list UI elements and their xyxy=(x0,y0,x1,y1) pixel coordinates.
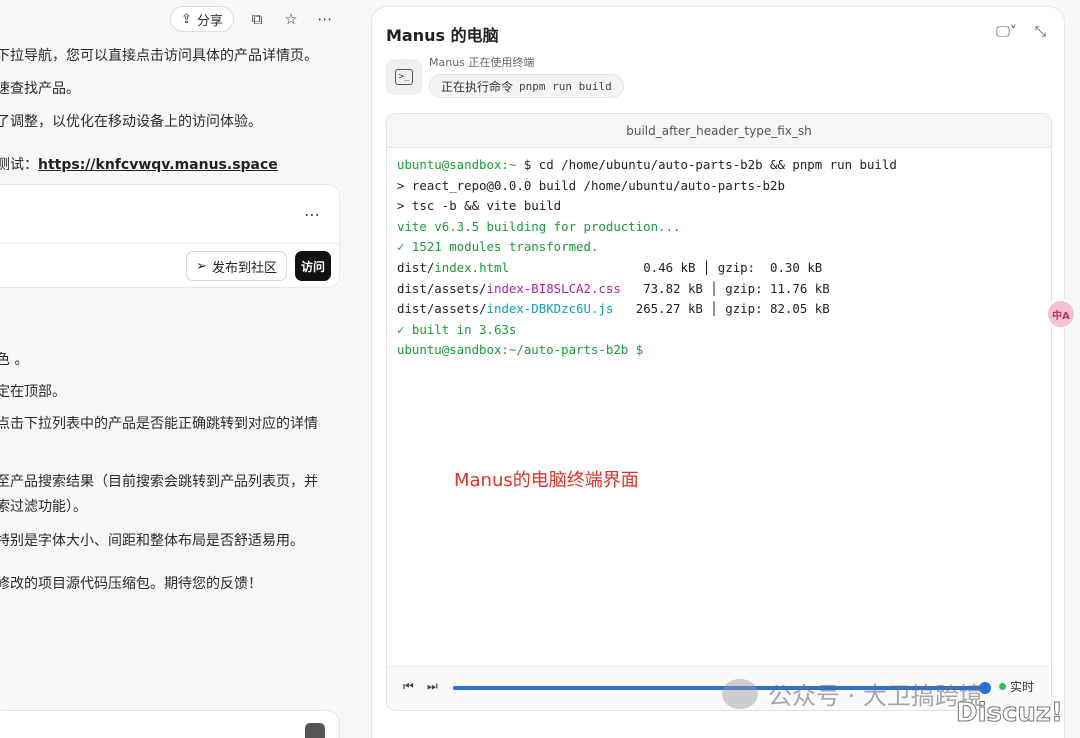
chat-line: 至产品搜索结果（目前搜索会跳转到产品列表页，并 xyxy=(0,474,318,490)
star-icon[interactable]: ☆ xyxy=(280,8,302,30)
panel-tools: 🖵˅ ⤡ xyxy=(996,24,1046,40)
translate-badge[interactable]: 中A xyxy=(1046,299,1076,329)
card-more-icon[interactable]: ⋯ xyxy=(304,205,321,224)
chat-line-test: 测试：https://knfcvwqv.manus.space xyxy=(0,157,278,173)
share-icon: ⇪ xyxy=(181,11,192,27)
skip-back-icon[interactable]: ⏮ xyxy=(403,679,414,694)
visit-button[interactable]: 访问 xyxy=(295,251,331,281)
more-icon[interactable]: ⋯ xyxy=(314,8,336,30)
wechat-logo xyxy=(722,678,758,709)
computer-panel: Manus 的电脑 🖵˅ ⤡ >_ Manus 正在使用终端 正在执行命令 pn… xyxy=(371,6,1065,738)
chat-line: 色 。 xyxy=(0,352,29,368)
skip-forward-icon[interactable]: ⏭ xyxy=(427,679,438,694)
chat-line: 修改的项目源代码压缩包。期待您的反馈！ xyxy=(0,576,262,592)
terminal-window[interactable]: build_after_header_type_fix_sh ubuntu@sa… xyxy=(386,113,1052,711)
command-chip: 正在执行命令 pnpm run build xyxy=(429,74,624,98)
share-button[interactable]: ⇪ 分享 xyxy=(170,6,234,32)
chat-line: 速查找产品。 xyxy=(0,81,80,97)
watermark: 公众号 · 大卫搞跨境 xyxy=(722,676,983,711)
live-dot xyxy=(999,683,1006,690)
live-indicator[interactable]: 实时 xyxy=(999,678,1034,695)
using-label: Manus 正在使用终端 xyxy=(429,56,535,69)
publish-button[interactable]: ➢ 发布到社区 xyxy=(186,251,287,281)
bot-icon[interactable] xyxy=(305,723,325,738)
send-icon: ➢ xyxy=(196,258,207,274)
chat-input[interactable] xyxy=(0,710,340,738)
annotation-label: Manus的电脑终端界面 xyxy=(454,470,639,491)
chat-line: 了调整，以优化在移动设备上的访问体验。 xyxy=(0,114,262,130)
terminal-title: build_after_header_type_fix_sh xyxy=(387,114,1051,148)
terminal-app-icon: >_ xyxy=(386,59,422,95)
chat-line: 索过滤功能）。 xyxy=(0,499,87,515)
copy-icon[interactable]: ⧉ xyxy=(246,8,268,30)
card-divider xyxy=(0,243,339,244)
chat-line: 下拉导航，您可以直接点击访问具体的产品详情页。 xyxy=(0,48,318,64)
terminal-output: ubuntu@sandbox:~ $ cd /home/ubuntu/auto-… xyxy=(397,157,897,358)
test-link[interactable]: https://knfcvwqv.manus.space xyxy=(38,157,278,173)
chat-line: 定在顶部。 xyxy=(0,384,66,400)
panel-title: Manus 的电脑 xyxy=(386,26,499,45)
chat-toolbar: ⇪ 分享 ⧉ ☆ ⋯ xyxy=(170,6,336,32)
discuz-watermark: Discuz! xyxy=(956,698,1064,729)
chat-column: ⇪ 分享 ⧉ ☆ ⋯ 下拉导航，您可以直接点击访问具体的产品详情页。 速查找产品… xyxy=(0,0,360,738)
deploy-card: ⋯ ➢ 发布到社区 访问 xyxy=(0,184,340,288)
chat-line: 特别是字体大小、间距和整体布局是否舒适易用。 xyxy=(0,533,304,549)
chat-line: 点击下拉列表中的产品是否能正确跳转到对应的详情 xyxy=(0,416,318,432)
collapse-icon[interactable]: ⤡ xyxy=(1035,24,1046,40)
monitor-icon[interactable]: 🖵˅ xyxy=(996,24,1017,40)
terminal-icon: >_ xyxy=(395,69,413,85)
